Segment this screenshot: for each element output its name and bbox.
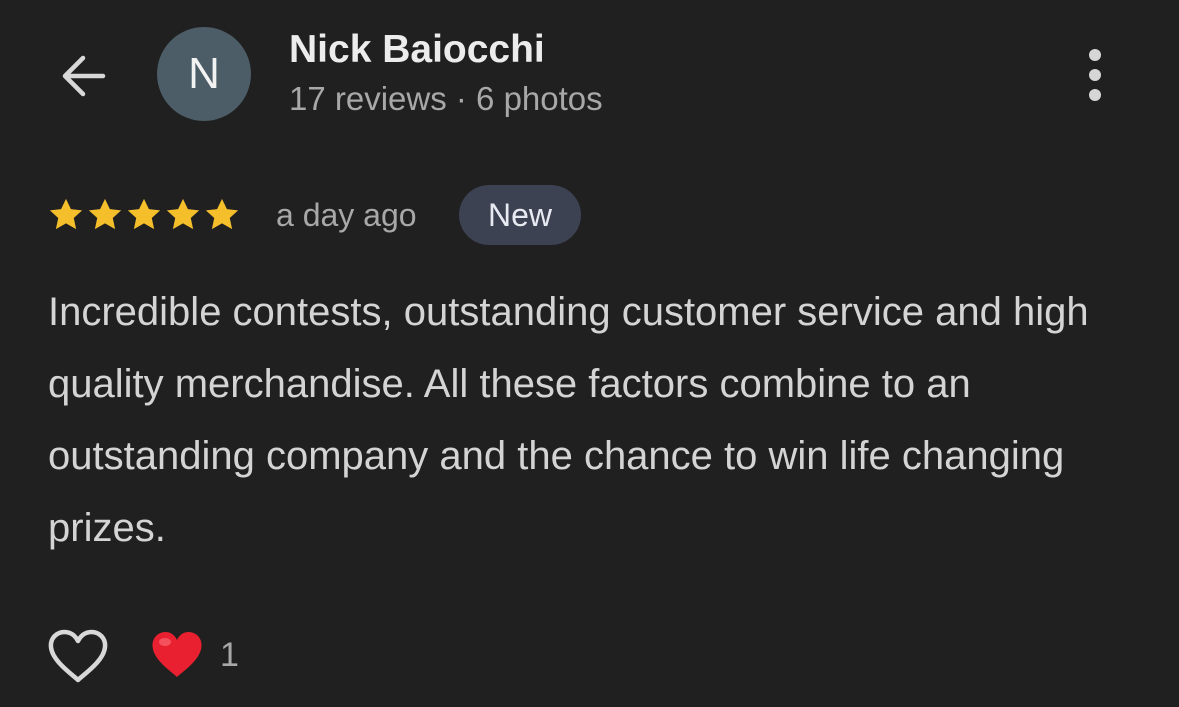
star-icon (127, 198, 161, 230)
more-vert-icon-dot (1089, 69, 1101, 81)
review-text: Incredible contests, outstanding custome… (48, 290, 1089, 550)
heart-outline-icon (48, 629, 108, 683)
back-button[interactable] (52, 46, 114, 106)
reviewer-meta: 17 reviews · 6 photos (289, 80, 603, 117)
red-heart-icon (152, 632, 202, 677)
more-vert-icon (1089, 49, 1101, 61)
star-rating (47, 196, 241, 234)
reviewer-name[interactable]: Nick Baiocchi (289, 28, 545, 72)
star-icon (49, 198, 83, 230)
star-icon (205, 198, 239, 230)
more-options-button[interactable] (1071, 46, 1119, 104)
star-icon (166, 198, 200, 230)
arrow-left-icon (62, 55, 106, 97)
reaction-count: 1 (220, 635, 239, 674)
like-button[interactable] (46, 628, 110, 686)
star-icon (88, 198, 122, 230)
more-vert-icon-dot (1089, 89, 1101, 101)
new-badge: New (459, 185, 581, 245)
review-date: a day ago (276, 197, 417, 233)
heart-reaction[interactable]: 1 (150, 630, 239, 680)
avatar[interactable]: N (157, 27, 251, 121)
